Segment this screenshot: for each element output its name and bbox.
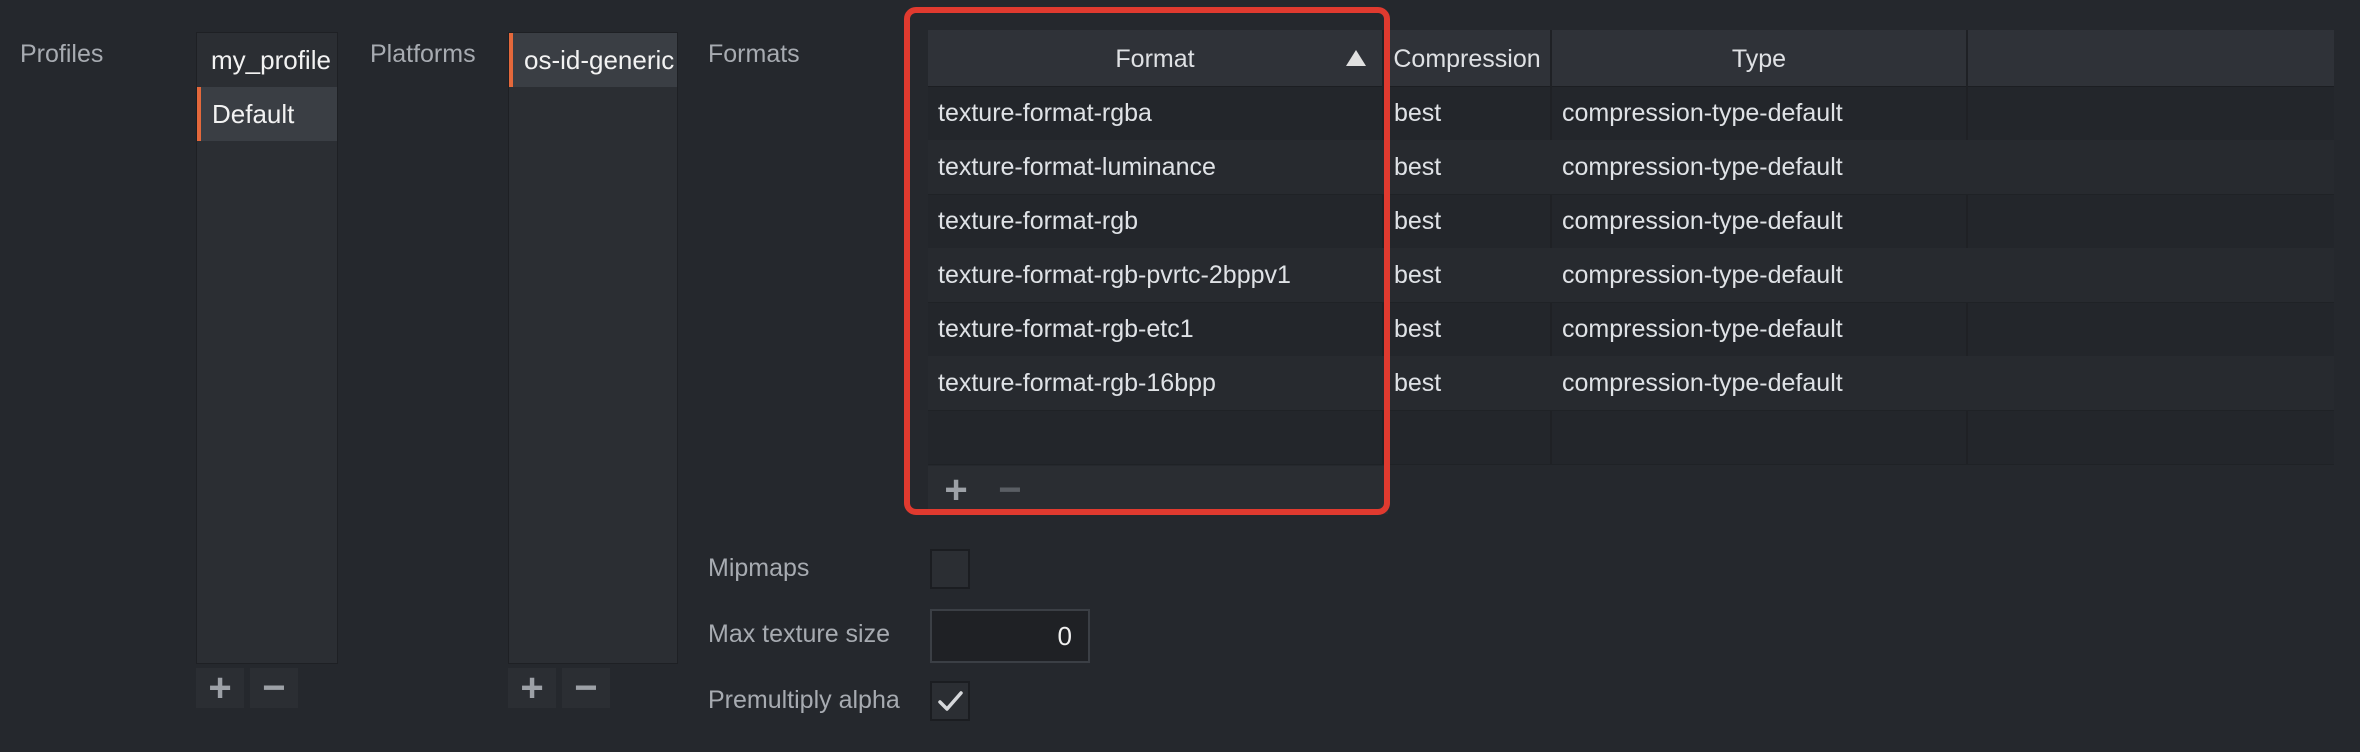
add-profile-button[interactable]: + — [196, 668, 244, 708]
profiles-label: Profiles — [20, 40, 104, 68]
remove-profile-button[interactable]: − — [250, 668, 298, 708]
platforms-list[interactable]: os-id-generic — [508, 32, 678, 664]
profile-item-default[interactable]: Default — [197, 87, 337, 141]
platforms-label: Platforms — [370, 40, 476, 68]
checkmark-icon — [938, 691, 963, 711]
max-texture-size-input[interactable]: 0 — [930, 609, 1090, 663]
formats-highlight-box — [904, 7, 1390, 515]
remove-platform-button[interactable]: − — [562, 668, 610, 708]
add-platform-button[interactable]: + — [508, 668, 556, 708]
mipmaps-checkbox[interactable] — [930, 549, 970, 589]
column-header-type[interactable]: Type — [1552, 30, 1968, 86]
profile-item-my-profile[interactable]: my_profile — [197, 33, 337, 87]
formats-label: Formats — [708, 40, 800, 68]
platform-item-os-id-generic[interactable]: os-id-generic — [509, 33, 677, 87]
cell-type: compression-type-default — [1562, 99, 1843, 127]
premultiply-alpha-checkbox[interactable] — [930, 681, 970, 721]
cell-type: compression-type-default — [1562, 207, 1843, 235]
cell-type: compression-type-default — [1562, 153, 1843, 181]
cell-compression: best — [1394, 207, 1442, 235]
cell-compression: best — [1394, 315, 1442, 343]
cell-type: compression-type-default — [1562, 369, 1843, 397]
column-header-compression[interactable]: Compression — [1384, 30, 1552, 86]
profiles-list[interactable]: my_profile Default — [196, 32, 338, 664]
cell-type: compression-type-default — [1562, 261, 1843, 289]
cell-compression: best — [1394, 261, 1442, 289]
max-texture-size-label: Max texture size — [708, 620, 891, 648]
cell-compression: best — [1394, 369, 1442, 397]
cell-type: compression-type-default — [1562, 315, 1843, 343]
mipmaps-label: Mipmaps — [708, 554, 810, 582]
premultiply-alpha-label: Premultiply alpha — [708, 686, 900, 714]
cell-compression: best — [1394, 153, 1442, 181]
cell-compression: best — [1394, 99, 1442, 127]
